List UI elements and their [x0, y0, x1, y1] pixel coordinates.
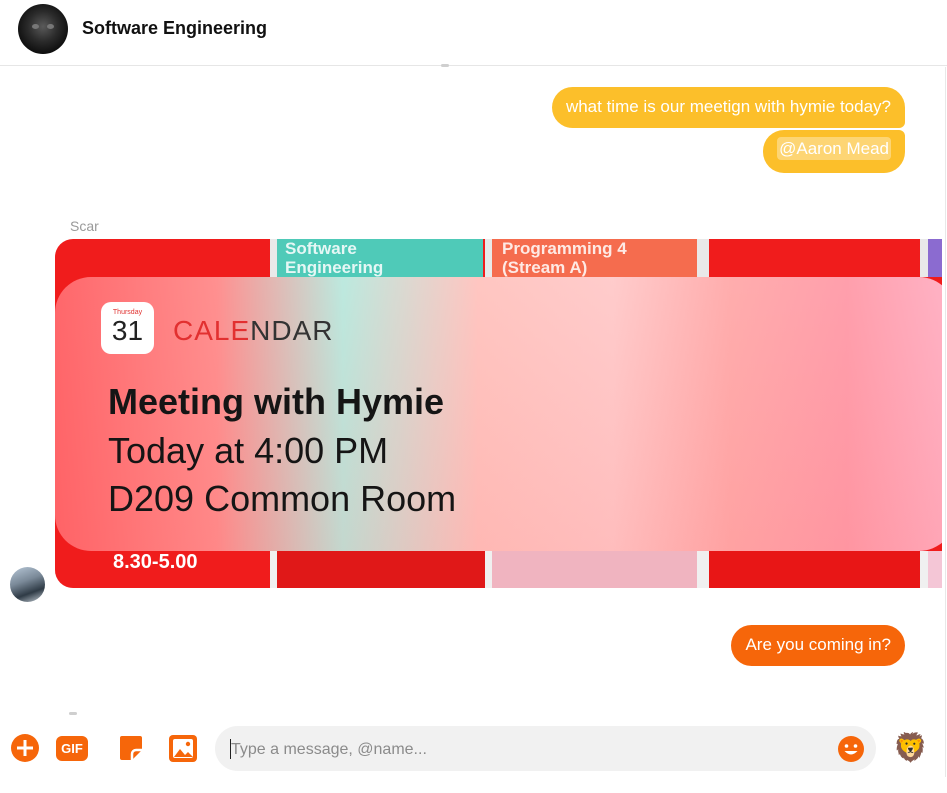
- scrollbar-track[interactable]: [945, 67, 946, 777]
- hours-label: 8.30-5.00: [113, 551, 198, 573]
- message-text: Are you coming in?: [745, 635, 891, 654]
- conversation-title[interactable]: Software Engineering: [82, 18, 267, 39]
- calendar-date: 31: [111, 315, 144, 346]
- event-time: Today at 4:00 PM: [108, 430, 389, 471]
- sender-avatar[interactable]: [10, 567, 45, 602]
- cut-off-timestamp: [441, 64, 449, 67]
- timetable-cell-programming: Programming 4 (Stream A): [492, 239, 697, 277]
- sender-name: Scar: [70, 218, 99, 234]
- sticker-icon[interactable]: [114, 730, 146, 764]
- cut-off-sender-label: [69, 712, 77, 715]
- outgoing-message-mention[interactable]: @Aaron Mead: [763, 130, 905, 173]
- calendar-notification: Thursday 31 CALENDAR Meeting with Hymie …: [55, 277, 942, 551]
- message-input[interactable]: [229, 726, 823, 773]
- timetable-cell-text: Software Engineering: [285, 239, 384, 277]
- emoji-icon[interactable]: [837, 735, 865, 763]
- mention-tag[interactable]: @Aaron Mead: [777, 137, 891, 160]
- gif-icon[interactable]: GIF: [55, 730, 89, 764]
- notification-app-name: CALENDAR: [173, 315, 334, 346]
- outgoing-message[interactable]: what time is our meetign with hymie toda…: [551, 87, 905, 128]
- event-title: Meeting with Hymie: [108, 381, 445, 422]
- add-icon[interactable]: [9, 730, 41, 764]
- timetable-cell-software-engineering: Software Engineering: [277, 239, 483, 277]
- conversation-header: Software Engineering: [0, 0, 947, 66]
- outgoing-message[interactable]: Are you coming in?: [731, 625, 905, 666]
- group-avatar[interactable]: [18, 4, 68, 54]
- shared-image[interactable]: Software Engineering Programming 4 (Stre…: [55, 239, 942, 588]
- gif-label: GIF: [61, 741, 83, 756]
- image-icon[interactable]: [167, 730, 199, 764]
- lion-reaction-icon[interactable]: 🦁: [893, 732, 928, 764]
- message-composer[interactable]: [215, 726, 876, 773]
- message-text: what time is our meetign with hymie toda…: [565, 97, 891, 116]
- text-caret: [230, 739, 231, 759]
- timetable-cell-text: Programming 4 (Stream A): [502, 239, 627, 277]
- calendar-app-icon: Thursday 31: [101, 302, 154, 354]
- event-location: D209 Common Room: [108, 478, 457, 519]
